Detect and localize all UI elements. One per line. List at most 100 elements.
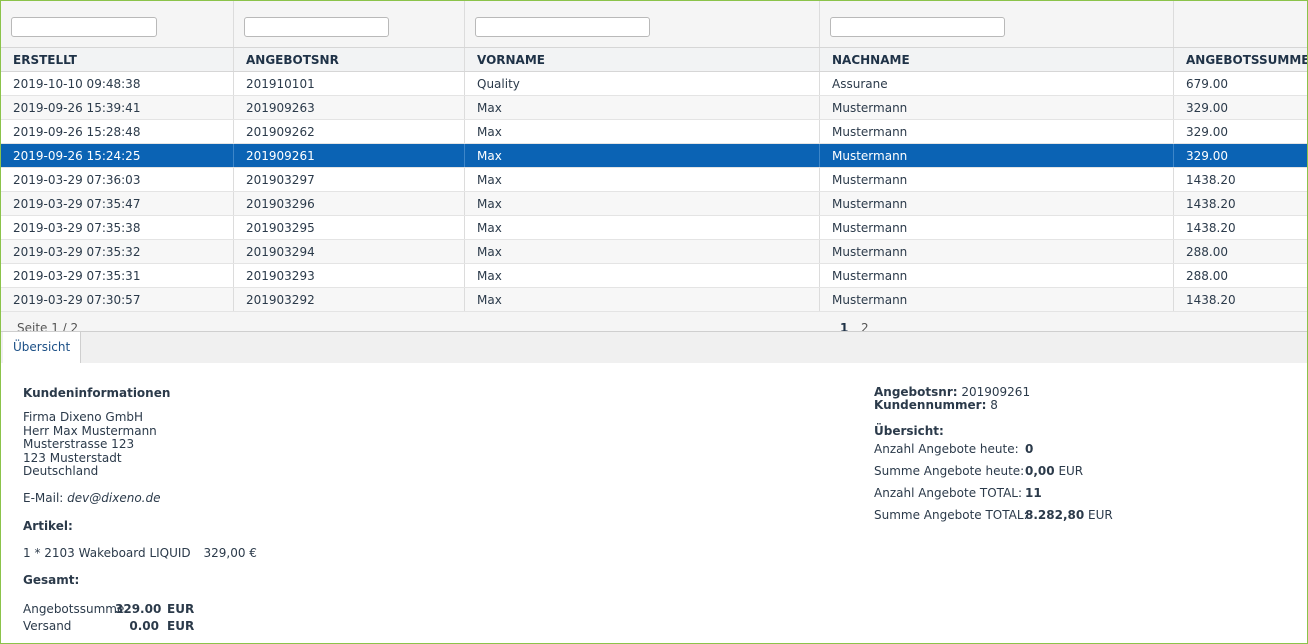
cell-nachname: Mustermann (820, 288, 1174, 311)
pager-info: Seite 1 / 2 (17, 321, 79, 331)
column-header-angebotsnr[interactable]: ANGEBOTSNR (234, 48, 465, 71)
table-row-selected[interactable]: 2019-09-26 15:24:25 201909261 Max Muster… (1, 144, 1307, 168)
total-row-angebotssumme: Angebotssumme 329.00 EUR (23, 602, 223, 616)
cell-vorname: Max (465, 264, 820, 287)
address-line: 123 Musterstadt (23, 450, 122, 465)
total-label: Versand (23, 619, 72, 633)
table-row[interactable]: 2019-03-29 07:35:32 201903294 Max Muster… (1, 240, 1307, 264)
cell-erstellt: 2019-03-29 07:35:47 (1, 192, 234, 215)
article-price: 329,00 € (203, 546, 257, 560)
stat-row: Anzahl Angebote heute: 0 (874, 442, 1033, 456)
cell-angebotssumme: 1438.20 (1186, 221, 1236, 235)
cell-erstellt: 2019-10-10 09:48:38 (1, 72, 234, 95)
filter-row (1, 1, 1307, 48)
cell-nachname: Mustermann (820, 120, 1174, 143)
customer-number-row: Kundennummer: 8 (874, 398, 998, 412)
tab-uebersicht[interactable]: Übersicht (3, 332, 82, 363)
total-currency: EUR (167, 619, 195, 633)
cell-angebotsnr: 201903297 (234, 168, 465, 191)
cell-angebotssumme: 679.00 (1186, 77, 1228, 91)
cell-angebotssumme: 1438.20 (1186, 173, 1236, 187)
stat-unit: EUR (1058, 464, 1084, 478)
filter-input-erstellt[interactable] (11, 17, 157, 37)
column-header-erstellt[interactable]: ERSTELLT (1, 48, 234, 71)
cell-angebotsnr: 201903292 (234, 288, 465, 311)
stat-row: Summe Angebote heute:0,00 EUR (874, 464, 1083, 478)
stat-row: Anzahl Angebote TOTAL: 11 (874, 486, 1042, 500)
table-row[interactable]: 2019-03-29 07:35:38 201903295 Max Muster… (1, 216, 1307, 240)
total-heading: Gesamt: (23, 573, 80, 587)
cell-vorname: Max (465, 120, 820, 143)
email-label: E-Mail: (23, 491, 64, 505)
stat-unit: EUR (1088, 508, 1113, 522)
stat-value: 0 (1025, 442, 1034, 456)
stat-value: 0,00 (1025, 464, 1055, 478)
cell-nachname: Mustermann (820, 96, 1174, 119)
overview-heading: Übersicht: (874, 424, 944, 438)
customer-address: Firma Dixeno GmbH Herr Max Mustermann Mu… (23, 410, 157, 479)
cell-angebotssumme: 329.00 (1186, 125, 1228, 139)
filter-input-vorname[interactable] (475, 17, 650, 37)
cell-angebotssumme: 288.00 (1186, 245, 1228, 259)
cell-nachname: Mustermann (820, 240, 1174, 263)
stat-label: Anzahl Angebote TOTAL: (874, 486, 1023, 500)
cell-erstellt: 2019-03-29 07:36:03 (1, 168, 234, 191)
address-line: Musterstrasse 123 (23, 437, 135, 451)
filter-cell-nachname (820, 1, 1174, 47)
table-row[interactable]: 2019-03-29 07:30:57 201903292 Max Muster… (1, 288, 1307, 312)
cell-erstellt: 2019-03-29 07:35:38 (1, 216, 234, 239)
filter-cell-erstellt (1, 1, 234, 47)
stat-label: Summe Angebote TOTAL: (874, 508, 1028, 522)
cell-vorname: Max (465, 288, 820, 311)
stat-value: 8.282,80 (1025, 508, 1085, 522)
stat-label: Anzahl Angebote heute: (874, 442, 1019, 456)
cell-nachname: Assurane (820, 72, 1174, 95)
cell-angebotssumme: 288.00 (1186, 269, 1228, 283)
offer-number-label: Angebotsnr: (874, 385, 958, 399)
cell-erstellt: 2019-09-26 15:28:48 (1, 120, 234, 143)
total-currency: EUR (167, 602, 195, 616)
stat-value: 11 (1025, 486, 1042, 500)
table-row[interactable]: 2019-03-29 07:35:47 201903296 Max Muster… (1, 192, 1307, 216)
table-row[interactable]: 2019-03-29 07:35:31 201903293 Max Muster… (1, 264, 1307, 288)
table-row[interactable]: 2019-09-26 15:39:41 201909263 Max Muster… (1, 96, 1307, 120)
cell-vorname: Quality (465, 72, 820, 95)
column-header-nachname[interactable]: NACHNAME (820, 48, 1174, 71)
grid-body: 2019-10-10 09:48:38 201910101 Quality As… (1, 72, 1307, 312)
cell-vorname: Max (465, 240, 820, 263)
total-value: 0.00 (129, 619, 159, 633)
filter-input-nachname[interactable] (830, 17, 1005, 37)
cell-angebotssumme: 1438.20 (1186, 293, 1236, 307)
cell-angebotsnr: 201903294 (234, 240, 465, 263)
filter-input-angebotsnr[interactable] (244, 17, 389, 37)
table-row[interactable]: 2019-03-29 07:36:03 201903297 Max Muster… (1, 168, 1307, 192)
page-link-1[interactable]: 1 (840, 321, 848, 331)
column-header-vorname[interactable]: VORNAME (465, 48, 820, 71)
offers-window: ERSTELLT ANGEBOTSNR VORNAME NACHNAME ANG… (0, 0, 1308, 644)
cell-angebotssumme: 329.00 (1186, 101, 1228, 115)
email-link[interactable]: dev@dixeno.de (67, 491, 160, 505)
cell-angebotsnr: 201910101 (234, 72, 465, 95)
cell-angebotsnr: 201909263 (234, 96, 465, 119)
filter-cell-angebotsnr (234, 1, 465, 47)
page-link-2[interactable]: 2 (861, 321, 869, 331)
customer-number-value: 8 (990, 398, 998, 412)
customer-number-label: Kundennummer: (874, 398, 987, 412)
cell-vorname: Max (465, 144, 820, 167)
offer-number-value: 201909261 (961, 385, 1031, 399)
column-header-angebotssumme[interactable]: ANGEBOTSSUMME (1174, 48, 1307, 71)
cell-erstellt: 2019-03-29 07:35:32 (1, 240, 234, 263)
address-line: Firma Dixeno GmbH (23, 410, 144, 424)
articles-heading: Artikel: (23, 519, 73, 533)
email-row: E-Mail: dev@dixeno.de (23, 491, 160, 505)
cell-angebotsnr: 201909262 (234, 120, 465, 143)
address-line: Herr Max Mustermann (23, 423, 157, 438)
cell-nachname: Mustermann (820, 168, 1174, 191)
grid-pager: Seite 1 / 2 1 2 (1, 313, 1307, 331)
address-line: Deutschland (23, 464, 99, 478)
cell-nachname: Mustermann (820, 264, 1174, 287)
table-row[interactable]: 2019-09-26 15:28:48 201909262 Max Muster… (1, 120, 1307, 144)
cell-angebotsnr: 201909261 (234, 144, 465, 167)
table-row[interactable]: 2019-10-10 09:48:38 201910101 Quality As… (1, 72, 1307, 96)
article-row: 1 * 2103 Wakeboard LIQUID 329,00 € (23, 546, 257, 560)
